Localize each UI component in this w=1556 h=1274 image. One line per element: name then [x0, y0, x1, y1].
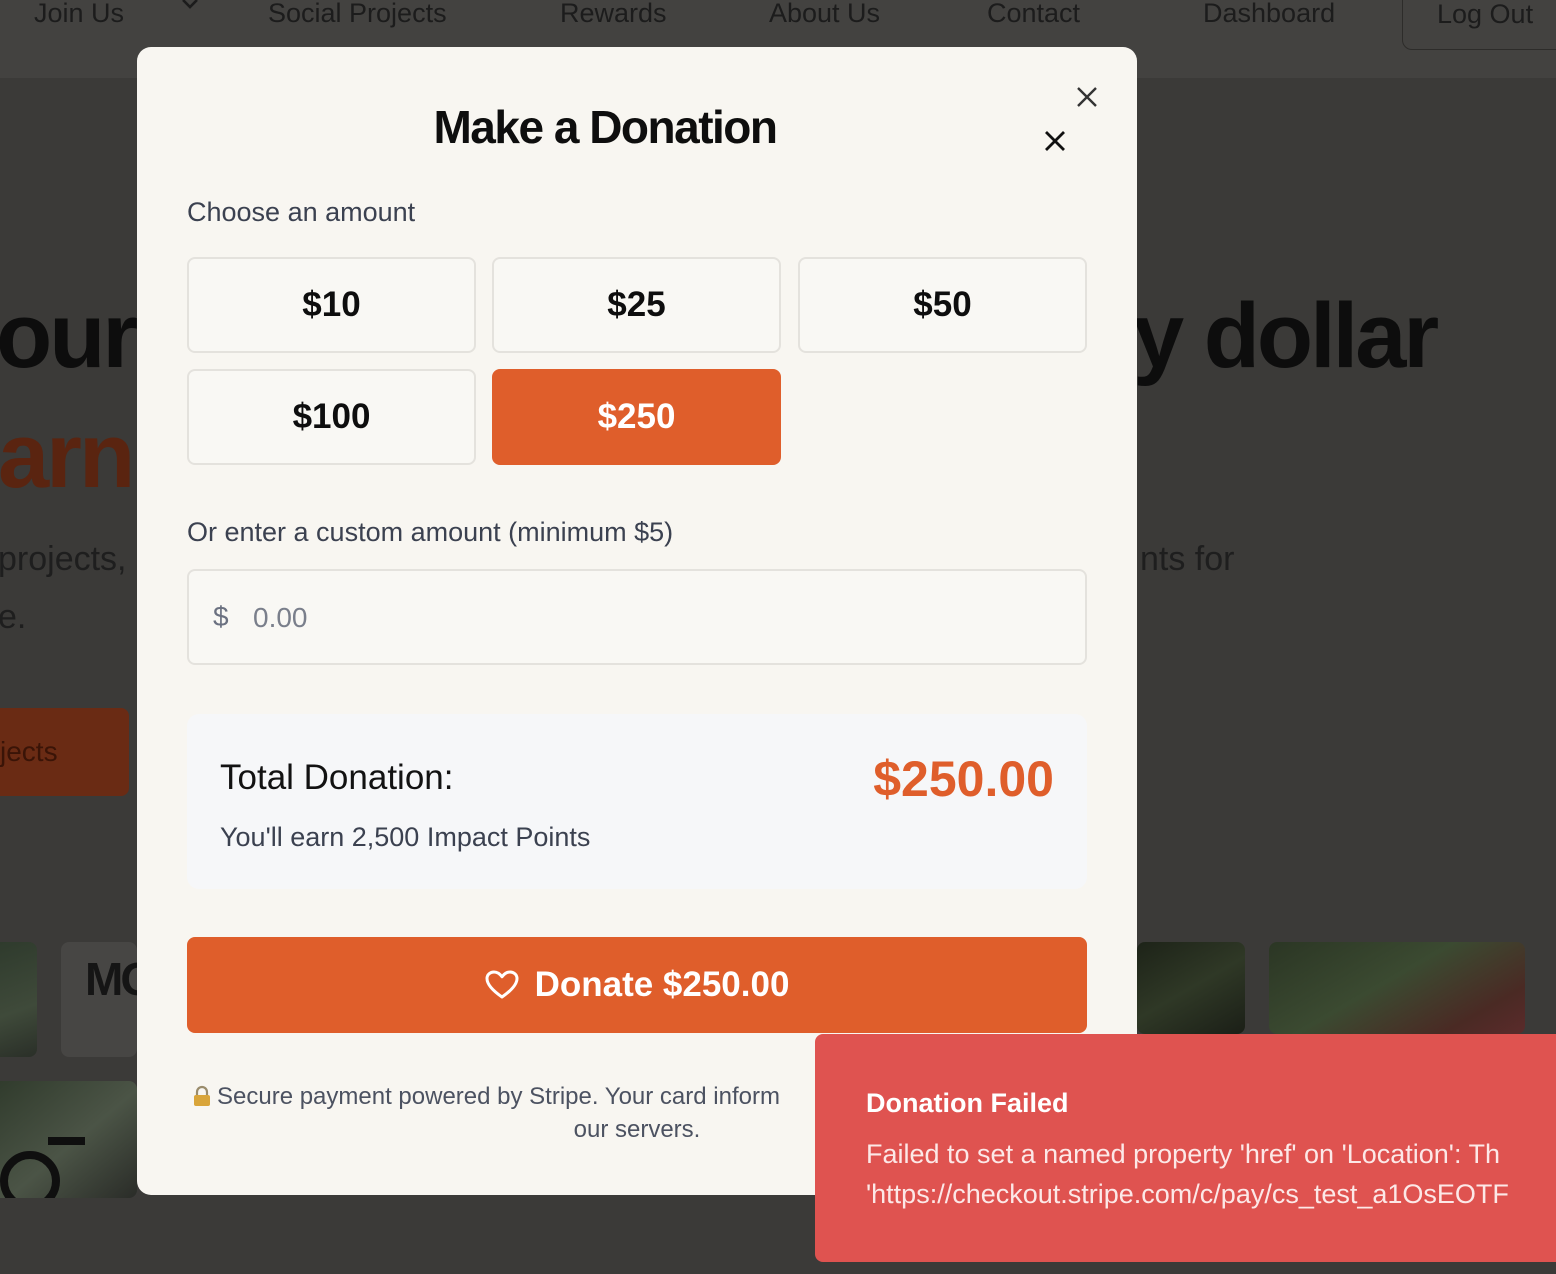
thumbnail-text: MO [85, 953, 137, 1005]
close-icon[interactable] [1072, 82, 1102, 112]
total-donation-value: $250.00 [873, 751, 1054, 807]
modal-title: Make a Donation [433, 101, 778, 153]
log-out-button[interactable]: Log Out [1402, 0, 1556, 50]
nav-join-us-label: Join Us [34, 0, 125, 28]
nav-social-projects[interactable]: Social Projects [268, 0, 447, 34]
project-thumbnail[interactable] [1269, 942, 1525, 1034]
nav-contact[interactable]: Contact [987, 0, 1080, 34]
heart-icon [485, 970, 519, 999]
hero-subtitle-left: projects, [0, 540, 127, 578]
nav-rewards[interactable]: Rewards [560, 0, 667, 34]
total-donation-label: Total Donation: [220, 758, 454, 797]
page: Join Us Social Projects Rewards About Us… [0, 0, 1556, 1274]
impact-points-text: You'll earn 2,500 Impact Points [220, 822, 591, 852]
lock-icon [194, 1085, 210, 1106]
explore-projects-label: jects [0, 736, 58, 767]
hero-subtitle-right: nts for [1140, 540, 1235, 578]
explore-projects-button[interactable]: jects [0, 708, 129, 796]
log-out-label: Log Out [1437, 0, 1534, 29]
wheelchair-icon [0, 1137, 85, 1198]
nav-about-us[interactable]: About Us [769, 0, 880, 34]
project-thumbnail[interactable]: MO [61, 942, 137, 1057]
amount-button-25[interactable]: $25 [492, 257, 781, 353]
nav-dashboard[interactable]: Dashboard [1203, 0, 1335, 34]
nav-join-us[interactable]: Join Us [34, 0, 198, 34]
toast-message-line1: Failed to set a named property 'href' on… [866, 1139, 1500, 1169]
toast-message: Failed to set a named property 'href' on… [866, 1134, 1509, 1214]
hero-headline-right: y dollar [1133, 285, 1439, 387]
toast-title: Donation Failed [866, 1088, 1069, 1118]
amount-button-50[interactable]: $50 [798, 257, 1087, 353]
custom-amount-field[interactable]: $ [187, 569, 1087, 665]
project-thumbnail[interactable] [0, 942, 37, 1057]
amount-button-250[interactable]: $250 [492, 369, 781, 465]
project-thumbnail-wheelchair[interactable] [0, 1081, 137, 1198]
hero-headline-accent: arn [0, 405, 135, 507]
amount-button-100[interactable]: $100 [187, 369, 476, 465]
hero-headline-left: our [0, 285, 138, 387]
donate-button[interactable]: Donate $250.00 [187, 937, 1087, 1033]
currency-symbol: $ [213, 601, 229, 632]
project-thumbnail[interactable] [1137, 942, 1245, 1034]
custom-amount-label: Or enter a custom amount (minimum $5) [187, 517, 674, 547]
custom-amount-input[interactable] [253, 593, 1053, 643]
hero-subtitle-line2: e. [0, 598, 27, 636]
choose-amount-label: Choose an amount [187, 197, 416, 227]
secure-note-line1: Secure payment powered by Stripe. Your c… [217, 1083, 780, 1110]
chevron-down-icon [182, 0, 198, 9]
total-summary: Total Donation: $250.00 You'll earn 2,50… [187, 714, 1087, 889]
toast-message-line2: 'https://checkout.stripe.com/c/pay/cs_te… [866, 1179, 1509, 1209]
donate-button-label: Donate $250.00 [534, 965, 790, 1004]
amount-button-10[interactable]: $10 [187, 257, 476, 353]
error-toast[interactable]: Donation Failed Failed to set a named pr… [815, 1034, 1556, 1262]
